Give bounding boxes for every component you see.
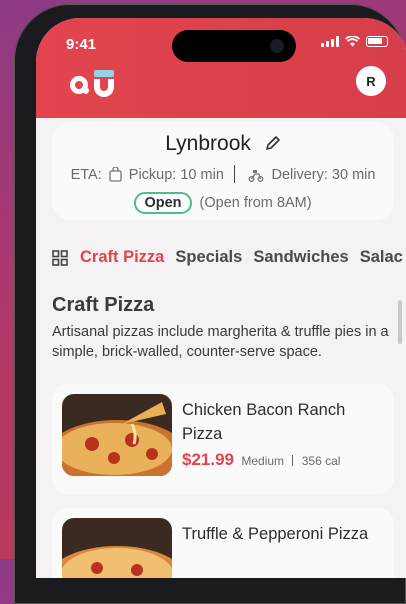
item-price: $21.99	[182, 450, 234, 469]
app-header: 9:41 R	[36, 18, 406, 118]
status-time: 9:41	[66, 36, 97, 53]
store-info-card: Lynbrook ETA: Pickup: 10 min Delivery: 3…	[52, 122, 394, 220]
scrollbar[interactable]	[398, 300, 402, 344]
edit-pencil-icon[interactable]	[265, 135, 281, 151]
wifi-icon	[345, 36, 360, 47]
pickup-time: Pickup: 10 min	[128, 167, 224, 183]
tab-salads[interactable]: Salac	[360, 248, 403, 267]
tab-specials[interactable]: Specials	[175, 248, 242, 267]
section-title: Craft Pizza	[52, 294, 155, 316]
item-name: Chicken Bacon Ranch Pizza	[182, 401, 346, 443]
status-icons	[321, 36, 388, 47]
pizza-image	[62, 518, 172, 578]
dynamic-island	[172, 30, 296, 62]
eta-label: ETA:	[70, 167, 102, 183]
open-status-badge: Open	[134, 192, 192, 214]
category-tabs: Craft Pizza Specials Sandwiches Salac	[52, 248, 406, 267]
store-name-row[interactable]: Lynbrook	[52, 132, 394, 156]
delivery-time: Delivery: 30 min	[271, 167, 376, 183]
delivery-scooter-icon	[249, 170, 264, 182]
menu-item-card[interactable]: Chicken Bacon Ranch Pizza $21.99 Medium …	[52, 384, 394, 494]
grid-menu-icon[interactable]	[52, 249, 68, 266]
open-status-row: Open (Open from 8AM)	[52, 192, 394, 214]
pizza-image	[62, 394, 172, 476]
item-calories: 356 cal	[301, 454, 341, 468]
store-name: Lynbrook	[165, 132, 251, 155]
battery-icon	[366, 36, 388, 47]
eta-divider	[233, 165, 236, 183]
hours-note: (Open from 8AM)	[199, 195, 312, 211]
tab-sandwiches[interactable]: Sandwiches	[253, 248, 348, 267]
item-name: Truffle & Pepperoni Pizza	[182, 525, 369, 543]
eta-row: ETA: Pickup: 10 min Delivery: 30 min	[52, 165, 394, 183]
qu-logo-icon[interactable]	[68, 68, 120, 98]
app-screen: 9:41 R Lynbrook ETA: Pickup: 10 min Deli…	[36, 18, 406, 578]
section-description: Artisanal pizzas include margherita & tr…	[52, 324, 389, 360]
phone-frame: 9:41 R Lynbrook ETA: Pickup: 10 min Deli…	[14, 4, 406, 604]
item-size: Medium	[241, 454, 285, 468]
meta-divider	[292, 455, 294, 466]
menu-item-card[interactable]: Truffle & Pepperoni Pizza	[52, 508, 394, 578]
signal-icon	[321, 36, 339, 47]
tab-craft-pizza[interactable]: Craft Pizza	[80, 248, 164, 267]
pickup-bag-icon	[109, 166, 122, 182]
user-avatar[interactable]: R	[356, 66, 386, 96]
item-meta: $21.99 Medium 356 cal	[182, 450, 340, 470]
